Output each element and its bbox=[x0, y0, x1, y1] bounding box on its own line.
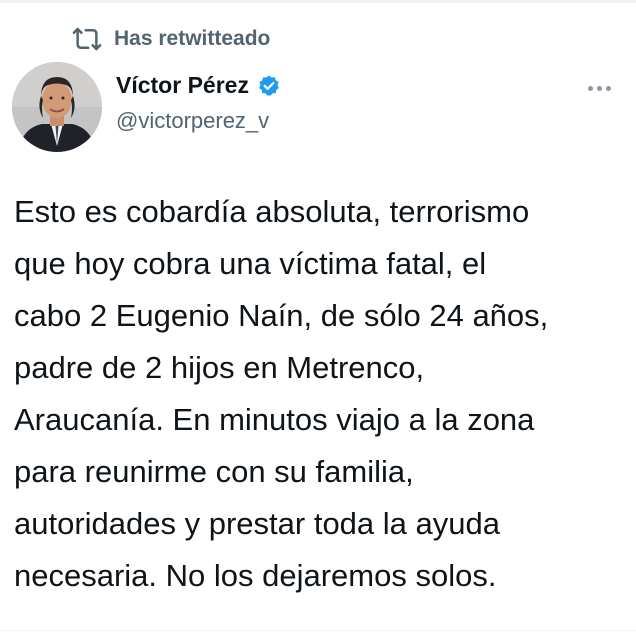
more-options-icon bbox=[596, 85, 602, 91]
tweet-line: que hoy cobra una víctima fatal, el bbox=[14, 246, 487, 281]
avatar[interactable] bbox=[12, 62, 102, 152]
tweet-line: cabo 2 Eugenio Naín, de sólo 24 años, bbox=[14, 298, 549, 333]
tweet-line: para reunirme con su familia, bbox=[14, 454, 414, 489]
more-options-button[interactable] bbox=[582, 76, 616, 100]
tweet-line: Esto es cobardía absoluta, terrorismo bbox=[14, 194, 530, 229]
tweet-line: necesaria. No los dejaremos solos. bbox=[14, 558, 497, 593]
retweet-context[interactable]: Has retwitteado bbox=[72, 24, 270, 54]
tweet-line: Araucanía. En minutos viajo a la zona bbox=[14, 402, 535, 437]
retweet-icon bbox=[72, 24, 102, 54]
tweet-text: Esto es cobardía absoluta, terrorismo qu… bbox=[14, 186, 626, 602]
tweet-line: autoridades y prestar toda la ayuda bbox=[14, 506, 500, 541]
top-divider bbox=[0, 0, 636, 3]
more-options-icon bbox=[587, 85, 593, 91]
author-name[interactable]: Víctor Pérez bbox=[116, 72, 249, 99]
author-handle[interactable]: @victorperez_v bbox=[116, 108, 281, 134]
verified-badge-icon bbox=[257, 74, 281, 98]
more-options-icon bbox=[605, 85, 611, 91]
retweet-label: Has retwitteado bbox=[114, 27, 271, 50]
author-info[interactable]: Víctor Pérez @victorperez_v bbox=[116, 72, 281, 134]
tweet-line: padre de 2 hijos en Metrenco, bbox=[14, 350, 425, 385]
avatar-photo bbox=[12, 62, 102, 152]
bottom-divider bbox=[0, 630, 636, 631]
